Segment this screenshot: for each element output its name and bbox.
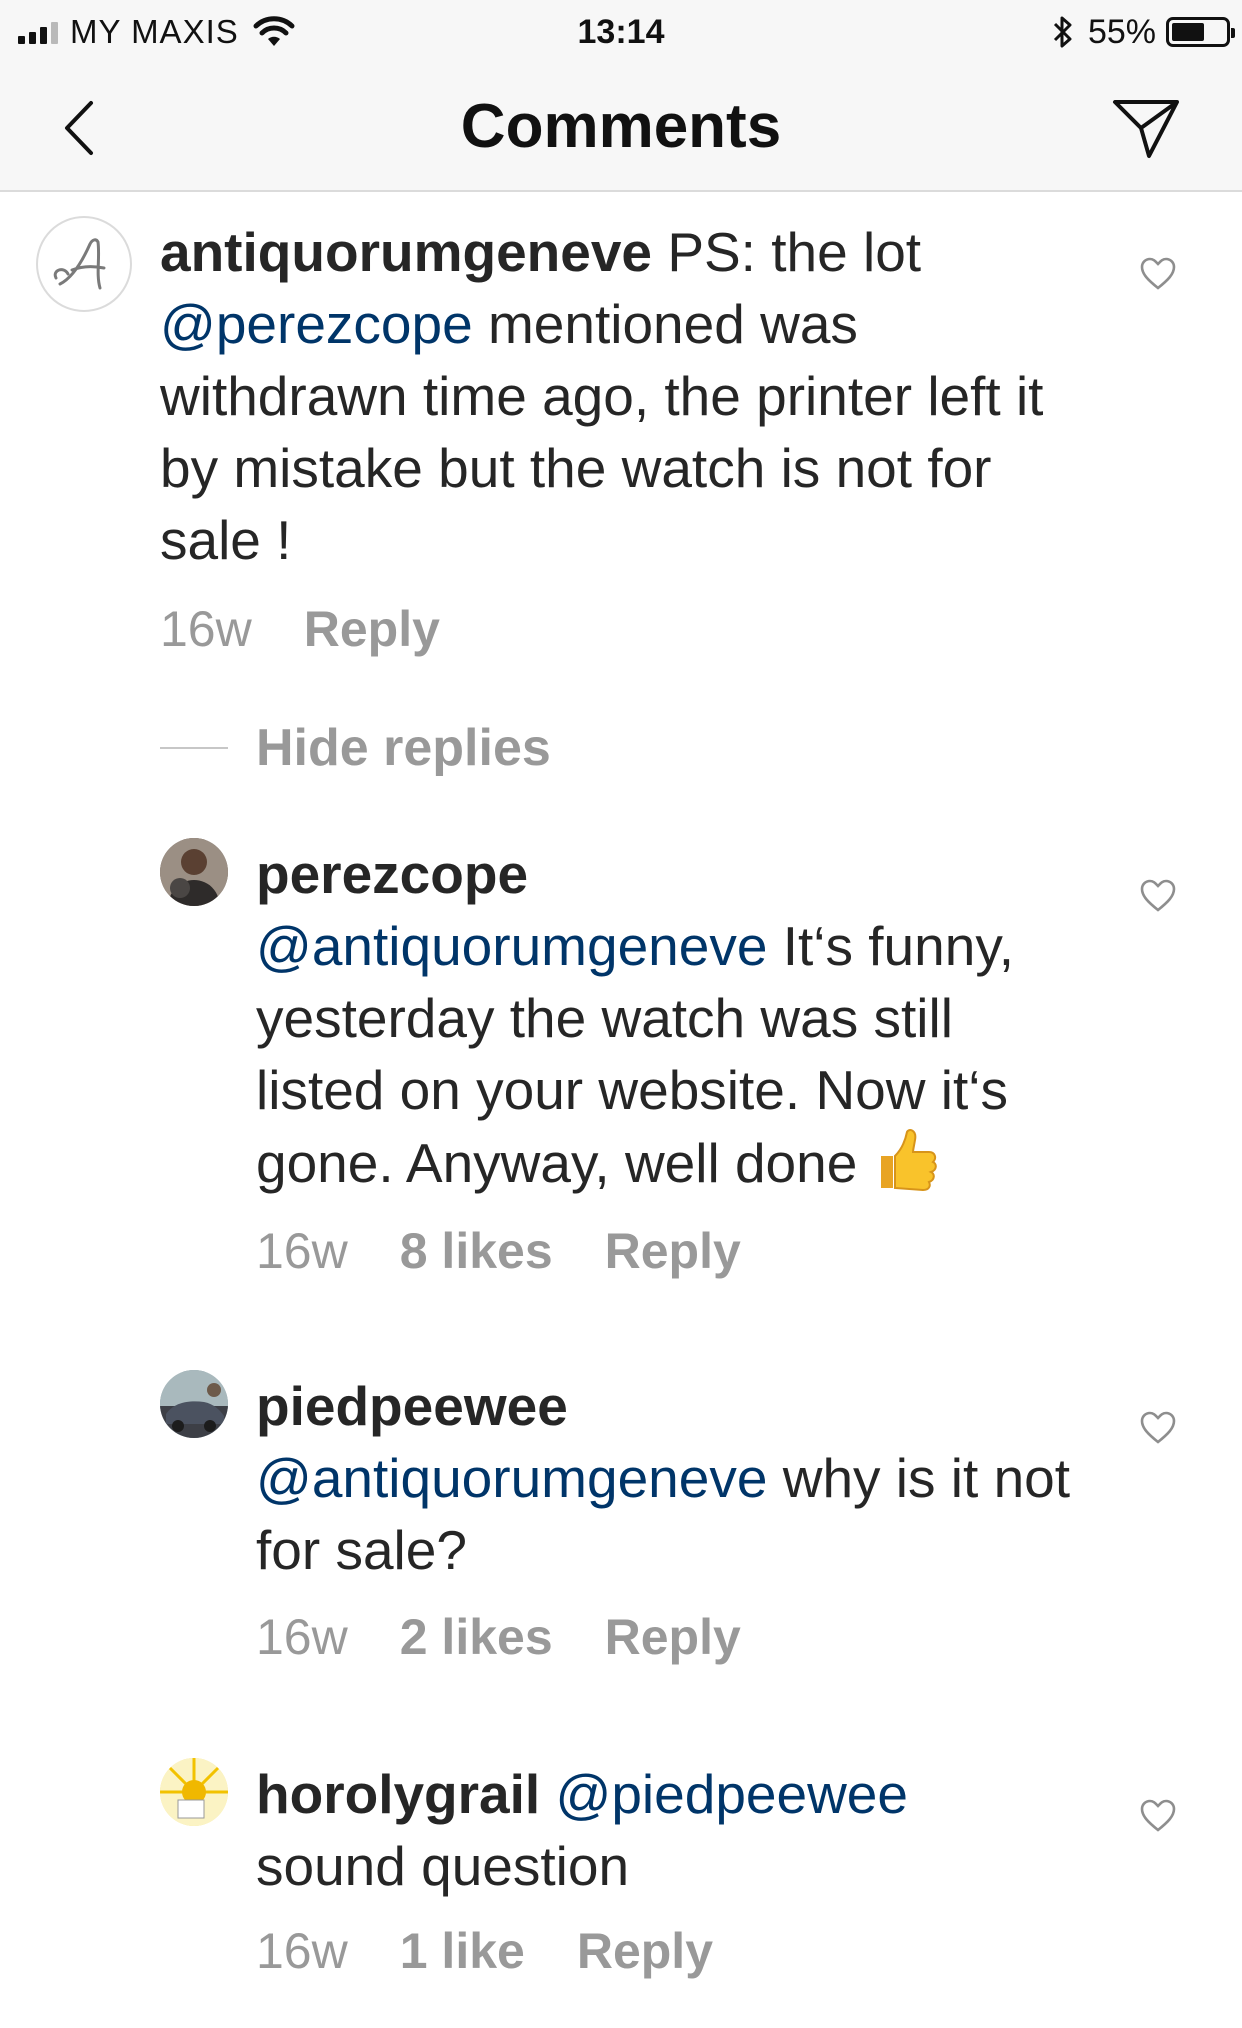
battery-icon	[1166, 17, 1235, 47]
comment-time: 16w	[256, 1223, 348, 1279]
avatar[interactable]	[160, 838, 228, 906]
profile-photo-icon	[160, 838, 228, 906]
likes-count[interactable]: 2 likes	[400, 1608, 553, 1666]
comment-text: perezcope @antiquorumgeneve It‘s funny, …	[256, 838, 1096, 1199]
comment-meta: 16w 2 likes Reply	[256, 1608, 741, 1666]
comment-username[interactable]: antiquorumgeneve	[160, 221, 652, 283]
comment-mention[interactable]: @antiquorumgeneve	[256, 1447, 767, 1509]
status-bar: MY MAXIS 13:14 55%	[0, 0, 1242, 64]
profile-photo-icon	[160, 1758, 228, 1826]
heart-icon[interactable]	[1138, 1408, 1178, 1448]
comment-body: sound question	[256, 1835, 630, 1897]
reply-button[interactable]: Reply	[577, 1922, 713, 1980]
comment-username[interactable]: perezcope	[256, 843, 528, 905]
thumbs-up-emoji-icon	[880, 1129, 937, 1192]
comment-meta: 16w 8 likes Reply	[256, 1222, 741, 1280]
comment-mention[interactable]: @perezcope	[160, 293, 473, 355]
comment-meta: 16w 1 like Reply	[256, 1922, 713, 1980]
comment-mention[interactable]: @antiquorumgeneve	[256, 915, 767, 977]
comment-body: PS: the lot	[667, 221, 922, 283]
page-title: Comments	[460, 92, 782, 161]
comment-meta: 16w Reply	[160, 600, 440, 658]
heart-icon[interactable]	[1138, 876, 1178, 916]
comment-username[interactable]: horolygrail	[256, 1763, 540, 1825]
comment-text: piedpeewee @antiquorumgeneve why is it n…	[256, 1370, 1096, 1586]
divider	[160, 747, 228, 749]
heart-icon[interactable]	[1138, 254, 1178, 294]
send-icon	[1113, 100, 1179, 158]
nav-bar: Comments	[0, 64, 1242, 192]
reply-button[interactable]: Reply	[605, 1222, 741, 1280]
comment-time: 16w	[160, 601, 252, 657]
hide-replies-button[interactable]: Hide replies	[160, 718, 551, 778]
share-button[interactable]	[1108, 90, 1184, 166]
hide-replies-label: Hide replies	[256, 719, 551, 777]
profile-photo-icon	[160, 1370, 228, 1438]
heart-icon[interactable]	[1138, 1796, 1178, 1836]
antiquorum-logo-icon	[53, 238, 106, 290]
avatar[interactable]	[160, 1758, 228, 1826]
comment-mention[interactable]: @piedpeewee	[556, 1763, 908, 1825]
reply-button[interactable]: Reply	[605, 1608, 741, 1666]
comment-time: 16w	[256, 1609, 348, 1665]
avatar[interactable]	[36, 216, 132, 312]
comment-text: antiquorumgeneve PS: the lot @perezcope …	[160, 216, 1080, 576]
status-right: 55%	[1052, 10, 1235, 54]
likes-count[interactable]: 1 like	[400, 1922, 525, 1980]
comment-text: horolygrail @piedpeewee sound question	[256, 1758, 1096, 1902]
comment-time: 16w	[256, 1923, 348, 1979]
battery-percent: 55%	[1087, 12, 1156, 51]
avatar[interactable]	[160, 1370, 228, 1438]
reply-button[interactable]: Reply	[304, 600, 440, 658]
comment-username[interactable]: piedpeewee	[256, 1375, 568, 1437]
bluetooth-icon	[1053, 16, 1072, 48]
likes-count[interactable]: 8 likes	[400, 1222, 553, 1280]
